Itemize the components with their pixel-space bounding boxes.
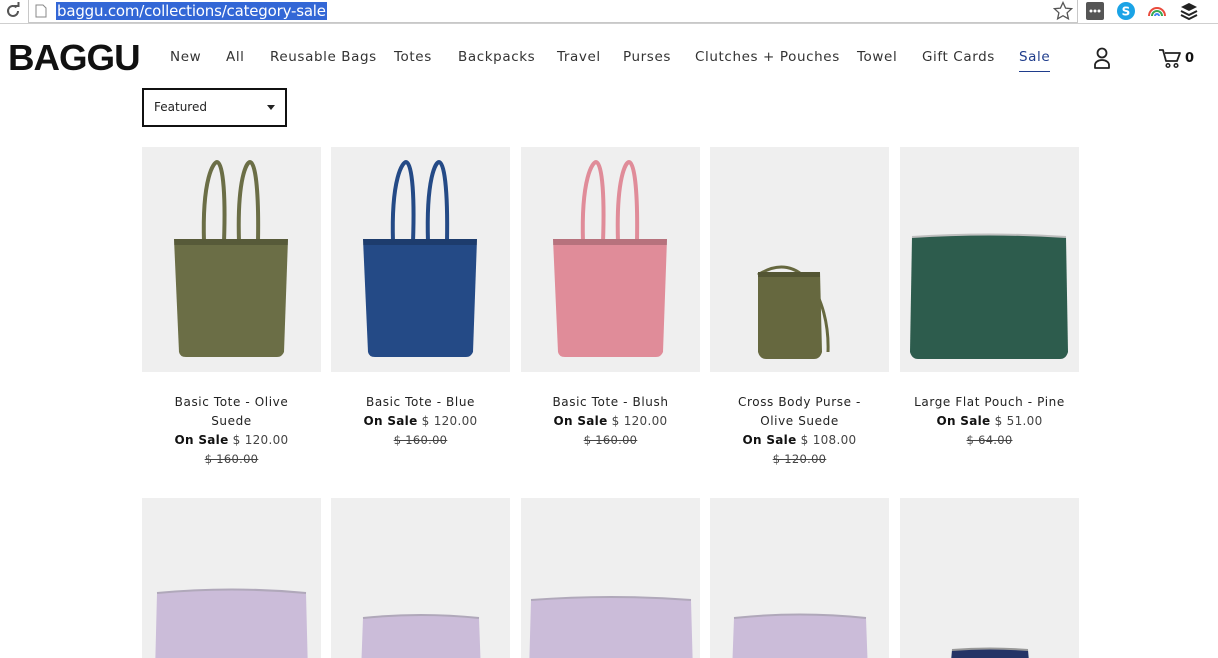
extension-menu-icon[interactable]	[1085, 1, 1105, 21]
nav-item-new[interactable]: New	[170, 48, 201, 66]
nav-item-purses[interactable]: Purses	[623, 48, 671, 66]
product-image[interactable]	[900, 147, 1079, 372]
product-image[interactable]	[331, 498, 510, 658]
sort-selected-value: Featured	[154, 100, 207, 114]
price-line: On Sale $ 108.00	[710, 431, 889, 450]
product-info: Basic Tote - Blue On Sale $ 120.00 $ 160…	[331, 372, 510, 450]
rainbow-extension-icon[interactable]	[1147, 1, 1167, 21]
product-info: Large Flat Pouch - Pine On Sale $ 51.00 …	[900, 372, 1079, 450]
product-card	[710, 498, 889, 658]
product-card: Basic Tote - Blue On Sale $ 120.00 $ 160…	[331, 147, 510, 450]
nav-item-clutches-pouches[interactable]: Clutches + Pouches	[695, 48, 840, 66]
product-card	[521, 498, 700, 658]
bag-illustration	[363, 159, 477, 357]
product-image[interactable]	[142, 498, 321, 658]
address-bar[interactable]: baggu.com/collections/category-sale	[28, 0, 1078, 23]
price-line: On Sale $ 51.00	[900, 412, 1079, 431]
svg-text:S: S	[1122, 5, 1131, 19]
product-image[interactable]	[710, 147, 889, 372]
pouch-illustration	[951, 647, 1029, 658]
original-price: $ 120.00	[772, 452, 827, 466]
sale-price: $ 120.00	[421, 414, 478, 428]
pouch-illustration	[361, 614, 481, 658]
cart-count: 0	[1185, 50, 1195, 66]
nav-item-towel[interactable]: Towel	[857, 48, 897, 66]
reload-icon[interactable]	[4, 2, 22, 20]
price-line: On Sale $ 120.00	[142, 431, 321, 450]
sort-select[interactable]: Featured	[142, 88, 287, 127]
cart-icon	[1159, 49, 1181, 69]
bag-illustration	[757, 265, 830, 359]
bag-illustration	[174, 159, 288, 357]
browser-toolbar: baggu.com/collections/category-sale S	[0, 0, 1218, 24]
product-card	[900, 498, 1079, 658]
product-card: Basic Tote - Olive Suede On Sale $ 120.0…	[142, 147, 321, 469]
bookmark-star-icon[interactable]	[1053, 1, 1073, 21]
bag-illustration	[910, 233, 1068, 359]
product-info: Cross Body Purse - Olive Suede On Sale $…	[710, 372, 889, 469]
layers-extension-icon[interactable]	[1179, 1, 1199, 21]
original-price: $ 160.00	[583, 433, 638, 447]
product-title[interactable]: Basic Tote - Blush	[521, 393, 700, 412]
product-card: Basic Tote - Blush On Sale $ 120.00 $ 16…	[521, 147, 700, 450]
sale-price: $ 120.00	[232, 433, 289, 447]
product-title[interactable]: Basic Tote - Olive Suede	[142, 393, 321, 431]
sale-label: On Sale	[742, 433, 797, 447]
product-image[interactable]	[710, 498, 889, 658]
sale-price: $ 108.00	[800, 433, 857, 447]
original-price: $ 160.00	[204, 452, 259, 466]
nav-item-reusable-bags[interactable]: Reusable Bags	[270, 48, 377, 66]
product-image[interactable]	[900, 498, 1079, 658]
price-line: On Sale $ 120.00	[331, 412, 510, 431]
nav-item-gift-cards[interactable]: Gift Cards	[922, 48, 995, 66]
product-image[interactable]	[331, 147, 510, 372]
sale-label: On Sale	[553, 414, 608, 428]
product-image[interactable]	[142, 147, 321, 372]
nav-item-travel[interactable]: Travel	[557, 48, 601, 66]
product-info: Basic Tote - Blush On Sale $ 120.00 $ 16…	[521, 372, 700, 450]
product-card: Cross Body Purse - Olive Suede On Sale $…	[710, 147, 889, 469]
sale-price: $ 120.00	[611, 414, 668, 428]
pouch-illustration	[732, 613, 868, 658]
original-price: $ 160.00	[393, 433, 448, 447]
page-icon	[35, 4, 47, 18]
original-price: $ 64.00	[966, 433, 1013, 447]
site-logo[interactable]: BAGGU	[8, 36, 141, 80]
account-icon[interactable]	[1093, 47, 1111, 69]
nav-item-backpacks[interactable]: Backpacks	[458, 48, 535, 66]
sale-label: On Sale	[936, 414, 991, 428]
sale-label: On Sale	[363, 414, 418, 428]
chevron-down-icon	[267, 105, 275, 110]
product-image[interactable]	[521, 498, 700, 658]
product-card	[331, 498, 510, 658]
sale-price: $ 51.00	[994, 414, 1043, 428]
nav-item-sale[interactable]: Sale	[1019, 48, 1051, 72]
pouch-illustration	[529, 596, 693, 658]
product-title[interactable]: Large Flat Pouch - Pine	[900, 393, 1079, 412]
product-info: Basic Tote - Olive Suede On Sale $ 120.0…	[142, 372, 321, 469]
product-title[interactable]: Cross Body Purse - Olive Suede	[710, 393, 889, 431]
url-text[interactable]: baggu.com/collections/category-sale	[56, 2, 327, 20]
product-card	[142, 498, 321, 658]
product-image[interactable]	[521, 147, 700, 372]
product-title[interactable]: Basic Tote - Blue	[331, 393, 510, 412]
sale-label: On Sale	[174, 433, 229, 447]
product-card: Large Flat Pouch - Pine On Sale $ 51.00 …	[900, 147, 1079, 450]
nav-item-all[interactable]: All	[226, 48, 245, 66]
bag-illustration	[553, 159, 667, 357]
skype-icon[interactable]: S	[1116, 1, 1136, 21]
cart-button[interactable]: 0	[1158, 47, 1194, 69]
price-line: On Sale $ 120.00	[521, 412, 700, 431]
pouch-illustration	[155, 588, 308, 658]
nav-item-totes[interactable]: Totes	[394, 48, 432, 66]
